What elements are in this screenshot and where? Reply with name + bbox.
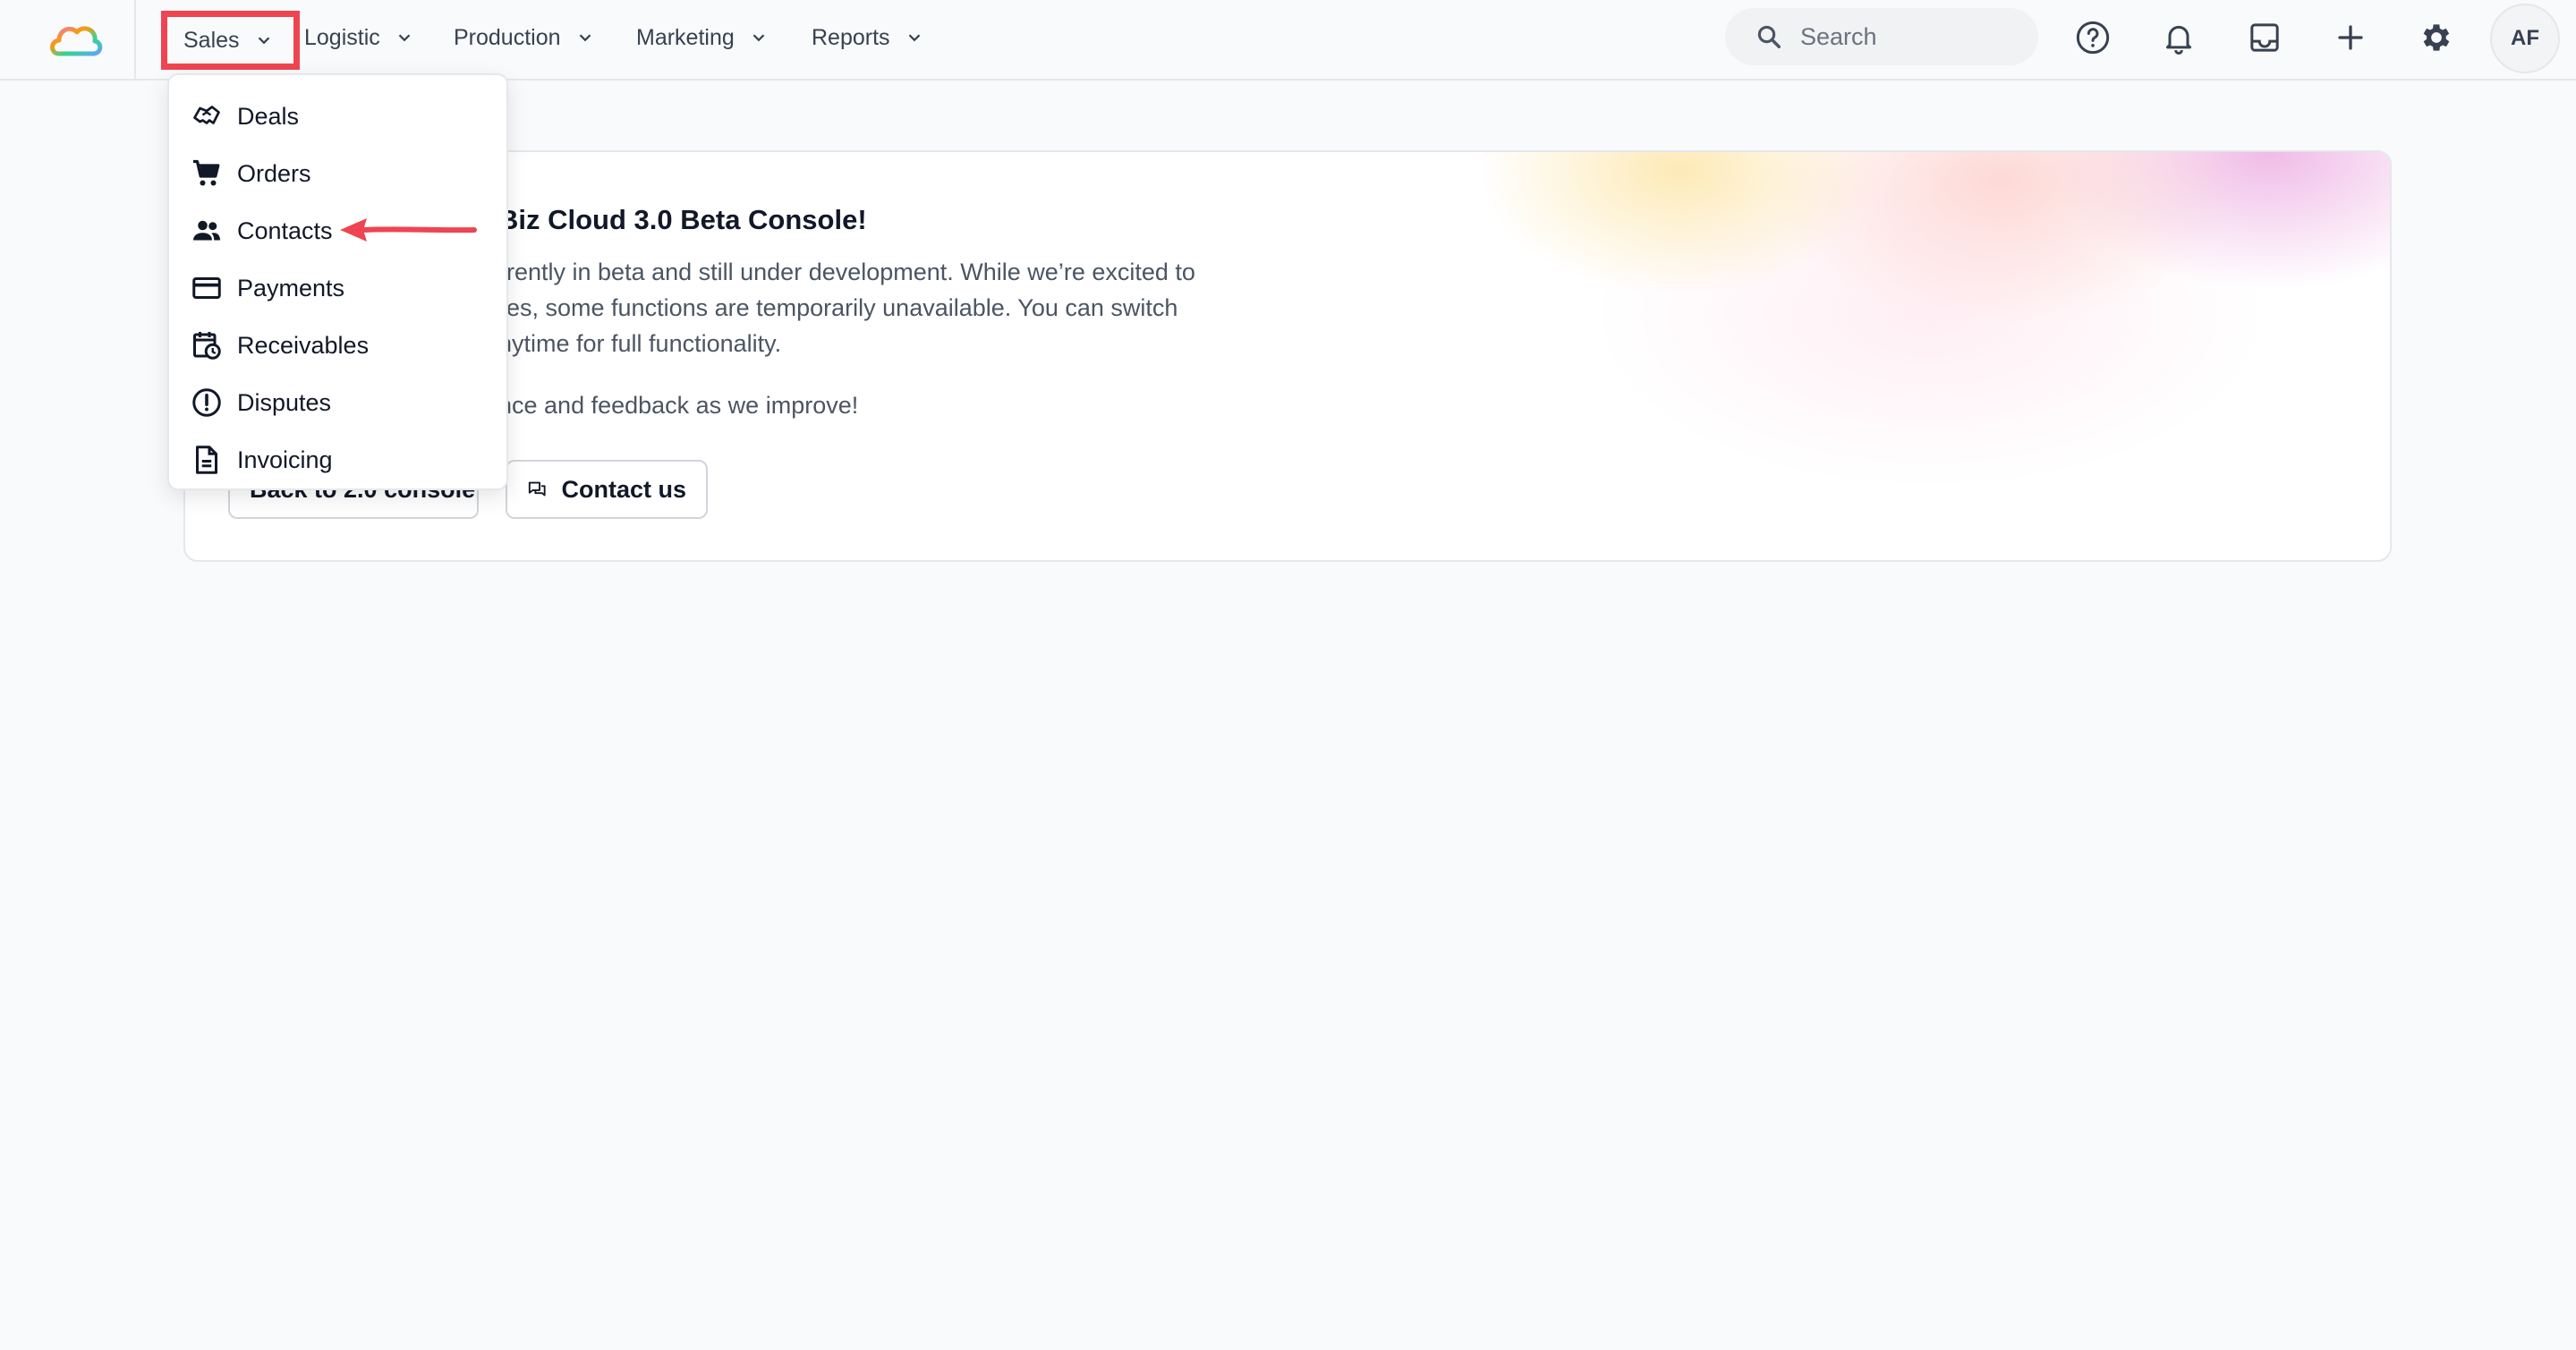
avatar-initials: AF — [2511, 26, 2539, 50]
plus-icon[interactable] — [2329, 16, 2372, 59]
card-feedback-text: nce and feedback as we improve! — [498, 392, 859, 419]
card-title: Biz Cloud 3.0 Beta Console! — [498, 204, 867, 235]
inbox-icon[interactable] — [2243, 16, 2286, 59]
alert-circle-icon — [192, 388, 221, 417]
menu-item-orders[interactable]: Orders — [169, 145, 506, 202]
nav-logistic[interactable]: Logistic — [304, 16, 414, 59]
menu-item-label: Deals — [237, 102, 300, 130]
card-description-line: nytime for full functionality. — [498, 330, 782, 357]
decorative-gradient — [1304, 152, 2390, 546]
card-description: rrently in beta and still under developm… — [498, 254, 1304, 361]
menu-item-disputes[interactable]: Disputes — [169, 374, 506, 431]
menu-item-deals[interactable]: Deals — [169, 88, 506, 145]
menu-item-label: Invoicing — [237, 446, 333, 473]
bell-icon[interactable] — [2157, 16, 2200, 59]
menu-item-payments[interactable]: Payments — [169, 259, 506, 317]
chat-icon — [528, 481, 546, 497]
menu-item-invoicing[interactable]: Invoicing — [169, 431, 506, 488]
cart-icon — [193, 159, 220, 186]
beta-welcome-card: Biz Cloud 3.0 Beta Console! rrently in b… — [183, 150, 2392, 562]
menu-item-label: Contacts — [237, 217, 333, 244]
calendar-clock-icon — [193, 332, 221, 360]
nav-production[interactable]: Production — [454, 16, 595, 59]
chevron-down-icon — [579, 34, 591, 42]
nav-production-label: Production — [454, 24, 561, 50]
logo-divider — [134, 0, 136, 79]
card-description-line: rrently in beta and still under developm… — [498, 259, 1195, 285]
nav-sales-label: Sales — [183, 27, 240, 53]
contact-us-button[interactable]: Contact us — [506, 460, 708, 519]
contact-button-label: Contact us — [561, 475, 686, 503]
gear-icon[interactable] — [2415, 16, 2458, 59]
menu-item-label: Payments — [237, 274, 345, 301]
nav-marketing-label: Marketing — [636, 24, 735, 50]
chevron-down-icon — [398, 34, 411, 42]
annotation-arrow — [340, 218, 477, 242]
nav-reports-label: Reports — [812, 24, 890, 50]
search-input[interactable] — [1800, 22, 2015, 51]
credit-card-icon — [192, 277, 221, 299]
search-box[interactable] — [1725, 8, 2038, 65]
document-icon — [196, 446, 217, 474]
chevron-down-icon — [258, 37, 269, 45]
chevron-down-icon — [908, 34, 920, 42]
top-navigation-bar: Sales Logistic Production Marketing Repo… — [0, 0, 2576, 81]
nav-logistic-label: Logistic — [304, 24, 380, 50]
user-avatar[interactable]: AF — [2490, 4, 2560, 73]
handshake-icon — [193, 106, 220, 124]
nav-marketing[interactable]: Marketing — [636, 16, 769, 59]
card-description-line: res, some functions are temporarily unav… — [498, 294, 1178, 321]
help-icon[interactable] — [2071, 16, 2114, 59]
menu-item-label: Orders — [237, 159, 311, 187]
nav-reports[interactable]: Reports — [812, 16, 924, 59]
cloud-logo-icon[interactable] — [47, 13, 106, 68]
nav-sales[interactable]: Sales — [161, 11, 300, 70]
chevron-down-icon — [752, 34, 765, 42]
menu-item-label: Receivables — [237, 331, 370, 359]
people-icon — [193, 220, 220, 241]
sales-dropdown-menu: Deals Orders Contacts Payments Receivabl… — [167, 73, 508, 490]
menu-item-label: Disputes — [237, 388, 332, 416]
search-icon — [1757, 25, 1781, 48]
menu-item-receivables[interactable]: Receivables — [169, 317, 506, 374]
